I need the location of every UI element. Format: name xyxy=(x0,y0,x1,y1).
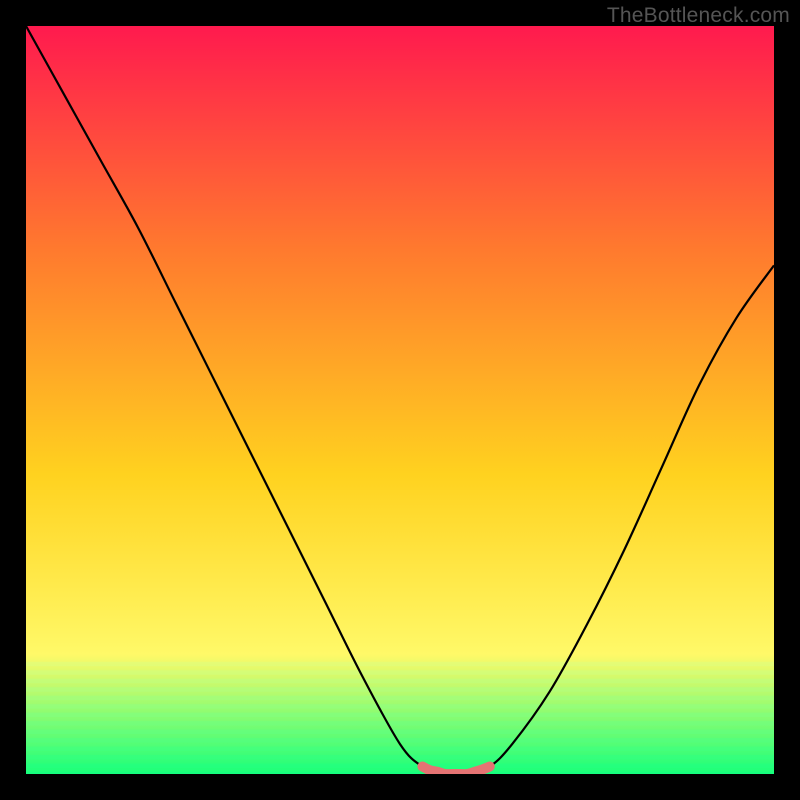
watermark-text: TheBottleneck.com xyxy=(607,4,790,28)
plot-area xyxy=(26,26,774,774)
plot-frame xyxy=(26,26,774,774)
chart-svg xyxy=(26,26,774,774)
